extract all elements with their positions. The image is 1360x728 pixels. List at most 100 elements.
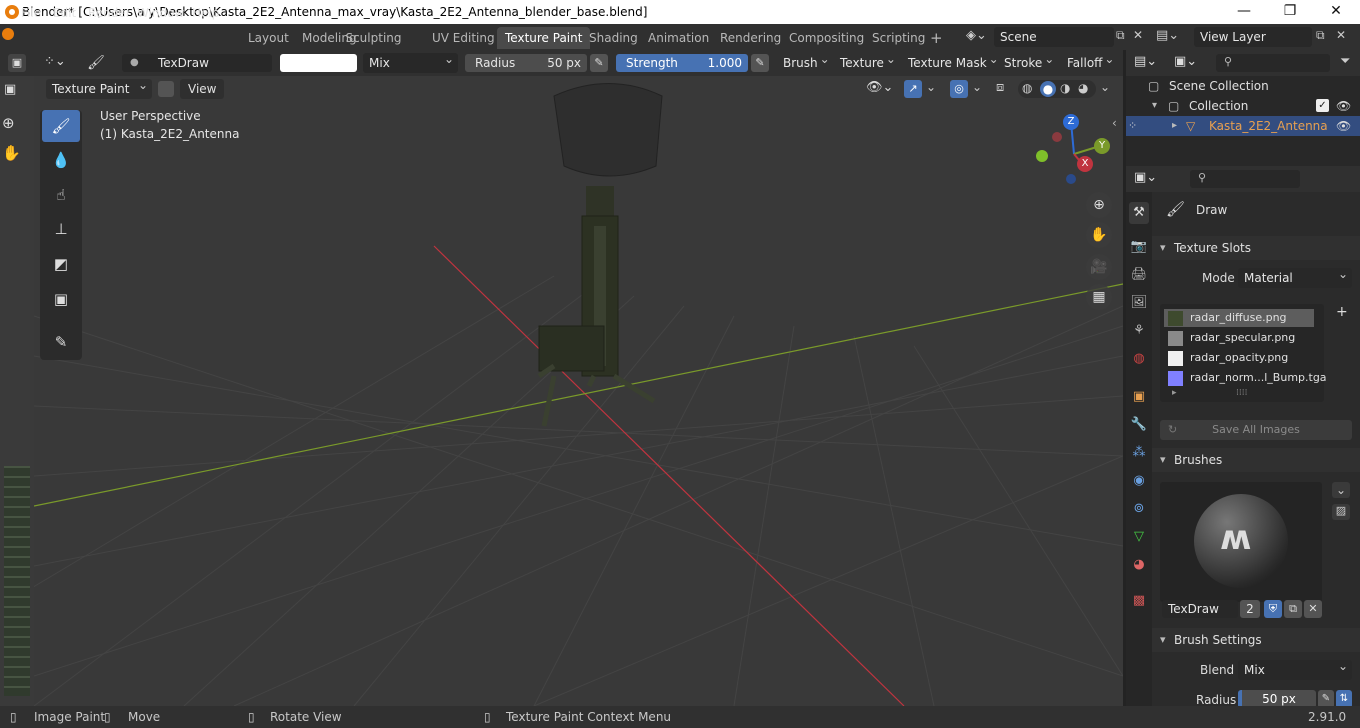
- outliner-collection[interactable]: ▾ ▢ Collection ✓ 👁: [1126, 96, 1360, 116]
- properties-search-input[interactable]: [1190, 170, 1300, 188]
- draw-tool-icon[interactable]: 🖌: [42, 110, 80, 142]
- tab-layout[interactable]: Layout: [240, 27, 297, 49]
- side-zoom-icon[interactable]: ⊕: [2, 114, 26, 132]
- tab-animation[interactable]: Animation: [640, 27, 717, 49]
- tab-texture-paint[interactable]: Texture Paint: [497, 27, 591, 49]
- tab-rendering[interactable]: Rendering: [712, 27, 789, 49]
- clone-tool-icon[interactable]: ⊥: [42, 213, 80, 245]
- mode-dropdown[interactable]: Texture Paint: [46, 76, 152, 99]
- smear-tool-icon[interactable]: ☝: [42, 179, 80, 211]
- constraints-tab-icon[interactable]: ⊚: [1129, 498, 1149, 520]
- particles-tab-icon[interactable]: ⁂: [1129, 442, 1149, 464]
- add-slot-button[interactable]: +: [1336, 304, 1348, 320]
- brushes-header[interactable]: Brushes: [1152, 448, 1360, 472]
- object-tab-icon[interactable]: ▣: [1129, 386, 1149, 408]
- strength-pressure-icon[interactable]: ✎: [751, 54, 769, 72]
- mode-dropdown[interactable]: Material: [1238, 268, 1352, 288]
- view-layer-icon[interactable]: ▤⌄: [1156, 28, 1186, 43]
- brush-users-count[interactable]: 2: [1240, 600, 1260, 618]
- outliner-scene-collection[interactable]: ▢ Scene Collection: [1126, 76, 1360, 96]
- texture-slots-header[interactable]: Texture Slots: [1152, 236, 1360, 260]
- minimize-button[interactable]: —: [1221, 0, 1267, 24]
- brush-specials-icon[interactable]: ⌄: [1332, 482, 1350, 498]
- pan-icon[interactable]: ✋: [1086, 222, 1112, 248]
- gizmo-y[interactable]: Y: [1094, 138, 1110, 154]
- color-swatch[interactable]: [280, 54, 357, 72]
- scene-icon[interactable]: ◈⌄: [966, 28, 990, 46]
- side-pan-icon[interactable]: ✋: [2, 144, 26, 162]
- collection-visibility-icon[interactable]: 👁: [1336, 96, 1351, 116]
- world-tab-icon[interactable]: ◍: [1129, 348, 1149, 370]
- menu-edit[interactable]: Edit: [48, 4, 81, 22]
- texture-slot-normal[interactable]: radar_norm...l_Bump.tga: [1164, 369, 1327, 387]
- navigation-gizmo[interactable]: Z Y X: [1034, 114, 1114, 194]
- texture-slot-opacity[interactable]: radar_opacity.png: [1164, 349, 1314, 367]
- visibility-icon[interactable]: 👁⌄: [866, 80, 896, 95]
- antenna-model[interactable]: [537, 83, 663, 427]
- xray-icon[interactable]: ⧈: [996, 80, 1004, 95]
- menu-help[interactable]: Help: [187, 4, 224, 22]
- gizmo-x[interactable]: X: [1077, 156, 1093, 172]
- wireframe-shading-icon[interactable]: ◍: [1022, 81, 1032, 95]
- tab-uv-editing[interactable]: UV Editing: [424, 27, 503, 49]
- mask-tool-icon[interactable]: ▣: [42, 283, 80, 315]
- close-button[interactable]: ✕: [1313, 0, 1359, 24]
- fake-user-icon[interactable]: ⛨: [1264, 600, 1282, 618]
- sidebar-toggle-icon[interactable]: ‹: [1112, 116, 1117, 130]
- rendered-shading-icon[interactable]: ◕: [1078, 81, 1088, 95]
- list-expand-icon[interactable]: ▸: [1172, 388, 1177, 398]
- overlays-toggle-icon[interactable]: ◎: [950, 80, 968, 98]
- blender-menu-icon[interactable]: [2, 28, 14, 40]
- gizmo-z[interactable]: Z: [1063, 114, 1079, 130]
- delete-scene-icon[interactable]: ✕: [1133, 28, 1147, 42]
- unlink-brush-icon[interactable]: ✕: [1304, 600, 1322, 618]
- view-menu[interactable]: View: [180, 79, 225, 99]
- menu-render[interactable]: Render: [83, 4, 136, 22]
- shading-dropdown-icon[interactable]: ⌄: [1100, 80, 1110, 94]
- texture-mask-menu[interactable]: Texture Mask: [902, 49, 1003, 73]
- zoom-icon[interactable]: ⊕: [1086, 192, 1112, 218]
- new-scene-icon[interactable]: ⧉: [1116, 28, 1130, 43]
- radius-pressure-toggle-icon[interactable]: ✎: [1318, 690, 1334, 706]
- radius-pressure-icon[interactable]: ✎: [590, 54, 608, 72]
- brush-menu[interactable]: Brush: [777, 49, 834, 73]
- new-view-layer-icon[interactable]: ⧉: [1316, 28, 1330, 43]
- material-shading-icon[interactable]: ◑: [1060, 81, 1070, 95]
- side-editor-type-icon[interactable]: ▣: [4, 82, 28, 97]
- expand-collection-icon[interactable]: ▾: [1152, 96, 1157, 116]
- material-tab-icon[interactable]: ◕: [1129, 554, 1149, 576]
- brush-radius-field[interactable]: 50 px: [1238, 690, 1316, 706]
- save-all-images-button[interactable]: ↻ Save All Images: [1160, 420, 1352, 440]
- 3d-viewport[interactable]: Texture Paint View User Perspective (1) …: [34, 76, 1123, 706]
- radius-unit-toggle-icon[interactable]: ⇅: [1336, 690, 1352, 706]
- radius-slider[interactable]: Radius 50 px: [465, 54, 587, 72]
- brush-image-icon[interactable]: ▨: [1332, 504, 1350, 520]
- outliner-search-input[interactable]: [1216, 54, 1330, 72]
- texture-tab-icon[interactable]: ▩: [1129, 590, 1149, 612]
- overlays-dropdown-icon[interactable]: ⌄: [972, 80, 982, 94]
- strength-slider[interactable]: Strength 1.000: [616, 54, 748, 72]
- gizmo-neg-y[interactable]: [1036, 150, 1048, 162]
- brush-name-input[interactable]: TexDraw: [1162, 600, 1238, 618]
- tab-sculpting[interactable]: Sculpting: [331, 27, 416, 49]
- list-resize-handle[interactable]: ⁞⁞⁞⁞: [1236, 388, 1247, 398]
- view-layer-tab-icon[interactable]: 🖼: [1129, 292, 1149, 314]
- texture-slot-specular[interactable]: radar_specular.png: [1164, 329, 1314, 347]
- mask-toggle-icon[interactable]: [158, 81, 174, 97]
- editor-type-icon[interactable]: ▣: [8, 54, 26, 72]
- duplicate-brush-icon[interactable]: ⧉: [1284, 600, 1302, 618]
- solid-shading-icon[interactable]: ●: [1040, 81, 1056, 97]
- scene-field[interactable]: Scene: [994, 27, 1114, 47]
- soften-tool-icon[interactable]: 💧: [42, 144, 80, 176]
- filter-icon[interactable]: ⏷: [1340, 54, 1350, 69]
- expand-object-icon[interactable]: ▸: [1172, 116, 1177, 136]
- tab-compositing[interactable]: Compositing: [781, 27, 872, 49]
- data-tab-icon[interactable]: ▽: [1129, 526, 1149, 548]
- brush-preview[interactable]: ʍ: [1160, 482, 1322, 602]
- menu-file[interactable]: File: [16, 4, 46, 22]
- brush-settings-header[interactable]: Brush Settings: [1152, 628, 1360, 652]
- output-tab-icon[interactable]: 🖨: [1129, 264, 1149, 286]
- tool-settings-icon[interactable]: ⁘⌄: [44, 54, 74, 69]
- tab-shading[interactable]: Shading: [581, 27, 646, 49]
- view-layer-field[interactable]: View Layer: [1194, 27, 1312, 47]
